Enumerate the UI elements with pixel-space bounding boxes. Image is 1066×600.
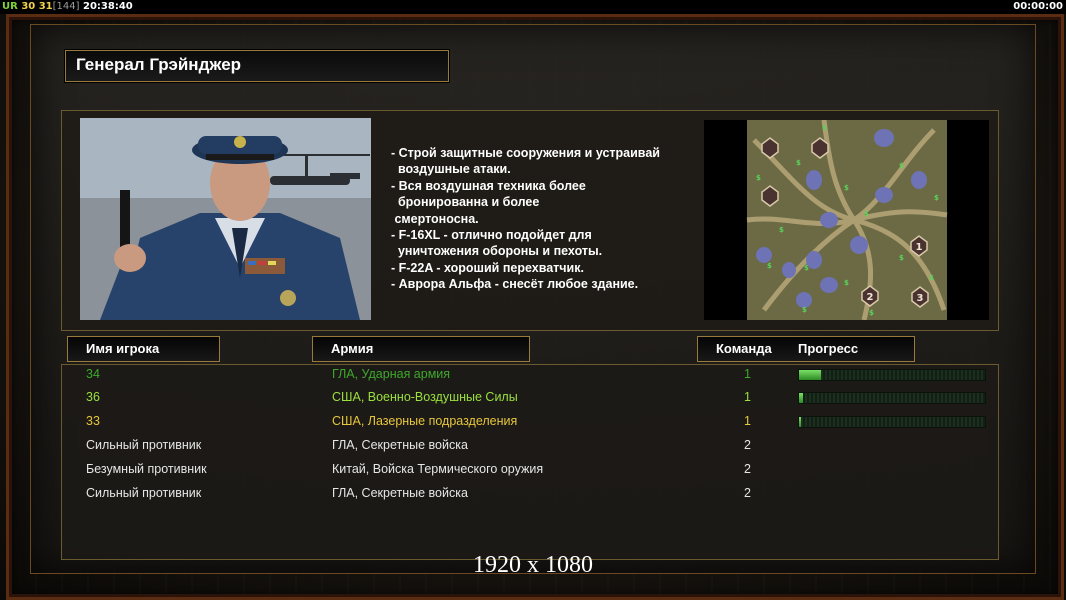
player-army: ГЛА, Ударная армия [332,367,451,381]
header-progress-label: Прогресс [798,341,859,356]
status-ur: UR [2,1,18,12]
player-name: 34 [86,367,100,381]
svg-text:$: $ [899,254,904,262]
header-army: Армия [312,336,530,362]
status-left: UR 30 31[144] 20:38:40 [2,0,133,13]
description-line: - Аврора Альфа - снесёт любое здание. [391,277,639,292]
player-progress-bar [798,416,986,428]
player-row: Сильный противник ГЛА, Секретные войска 2 [0,483,1066,503]
player-army: Китай, Войска Термического оружия [332,462,544,476]
description-line: - Строй защитные сооружения и устраивай [391,146,660,160]
player-row: Сильный противник ГЛА, Секретные войска 2 [0,435,1066,455]
status-value-3: [144] [52,1,80,12]
player-team: 2 [744,486,751,500]
player-army: ГЛА, Секретные войска [332,486,468,500]
minimap-marker: 2 [867,292,874,303]
player-army: США, Военно-Воздушные Силы [332,390,518,404]
minimap: 1 2 3 $ $ $ $ $ $ $ $ $ $ $ $ $ $ $ [704,119,989,321]
status-value-2: 31 [38,1,53,12]
player-progress-bar [798,392,986,404]
header-team-progress: Команда Прогресс [697,336,915,362]
description-line: - Вся воздушная техника более [391,178,586,193]
portrait-image [80,118,371,320]
svg-text:$: $ [756,174,761,182]
svg-text:$: $ [767,262,772,270]
player-team: 2 [744,438,751,452]
description-line: воздушные атаки. [391,162,511,177]
minimap-image: 1 2 3 $ $ $ $ $ $ $ $ $ $ $ $ $ $ $ [746,119,948,321]
general-description: - Строй защитные сооружения и устраивай … [391,145,691,293]
svg-text:$: $ [844,184,849,192]
status-bar: UR 30 31[144] 20:38:40 00:00:00 [0,0,1066,14]
svg-text:$: $ [822,124,827,132]
general-name: Генерал Грэйнджер [76,55,242,74]
minimap-marker: 3 [917,293,924,304]
description-line: уничтожения обороны и пехоты. [391,244,603,259]
player-team: 1 [744,414,751,428]
general-title-box: Генерал Грэйнджер [65,50,449,82]
svg-text:$: $ [844,279,849,287]
svg-text:$: $ [929,274,934,282]
player-row: Безумный противник Китай, Войска Термичес… [0,459,1066,479]
svg-text:$: $ [779,226,784,234]
general-portrait [80,118,371,320]
player-name: 33 [86,414,100,428]
progress-fill [799,393,803,403]
svg-text:$: $ [804,264,809,272]
status-timer: 00:00:00 [1013,1,1063,12]
svg-text:$: $ [796,159,801,167]
header-team-label: Команда [716,341,772,356]
player-team: 1 [744,367,751,381]
status-clock: 20:38:40 [83,1,133,12]
header-army-label: Армия [331,341,374,356]
svg-text:$: $ [899,162,904,170]
player-name: Сильный противник [86,438,202,452]
header-player-label: Имя игрока [86,341,160,356]
minimap-marker: 1 [916,242,923,253]
svg-text:$: $ [802,306,807,314]
player-row: 36 США, Военно-Воздушные Силы 1 [0,387,1066,407]
player-progress-bar [798,369,986,381]
player-row: 33 США, Лазерные подразделения 1 [0,411,1066,431]
player-team: 1 [744,390,751,404]
progress-fill [799,370,822,380]
player-name: 36 [86,390,100,404]
header-player-name: Имя игрока [67,336,220,362]
player-row: 34 ГЛА, Ударная армия 1 [0,364,1066,384]
progress-fill [799,417,801,427]
resolution-label: 1920 x 1080 [473,552,593,578]
player-name: Безумный противник [86,462,207,476]
player-team: 2 [744,462,751,476]
player-army: ГЛА, Секретные войска [332,438,468,452]
svg-text:$: $ [869,309,874,317]
description-line: смертоносна. [391,211,479,226]
player-name: Сильный противник [86,486,202,500]
svg-text:$: $ [934,194,939,202]
description-line: - F-16XL - отлично подойдет для [391,228,592,243]
description-line: - F-22A - хороший перехватчик. [391,260,584,275]
status-value-1: 30 [21,1,36,12]
player-army: США, Лазерные подразделения [332,414,518,428]
svg-text:$: $ [864,210,869,218]
description-line: бронированна и более [391,195,540,210]
